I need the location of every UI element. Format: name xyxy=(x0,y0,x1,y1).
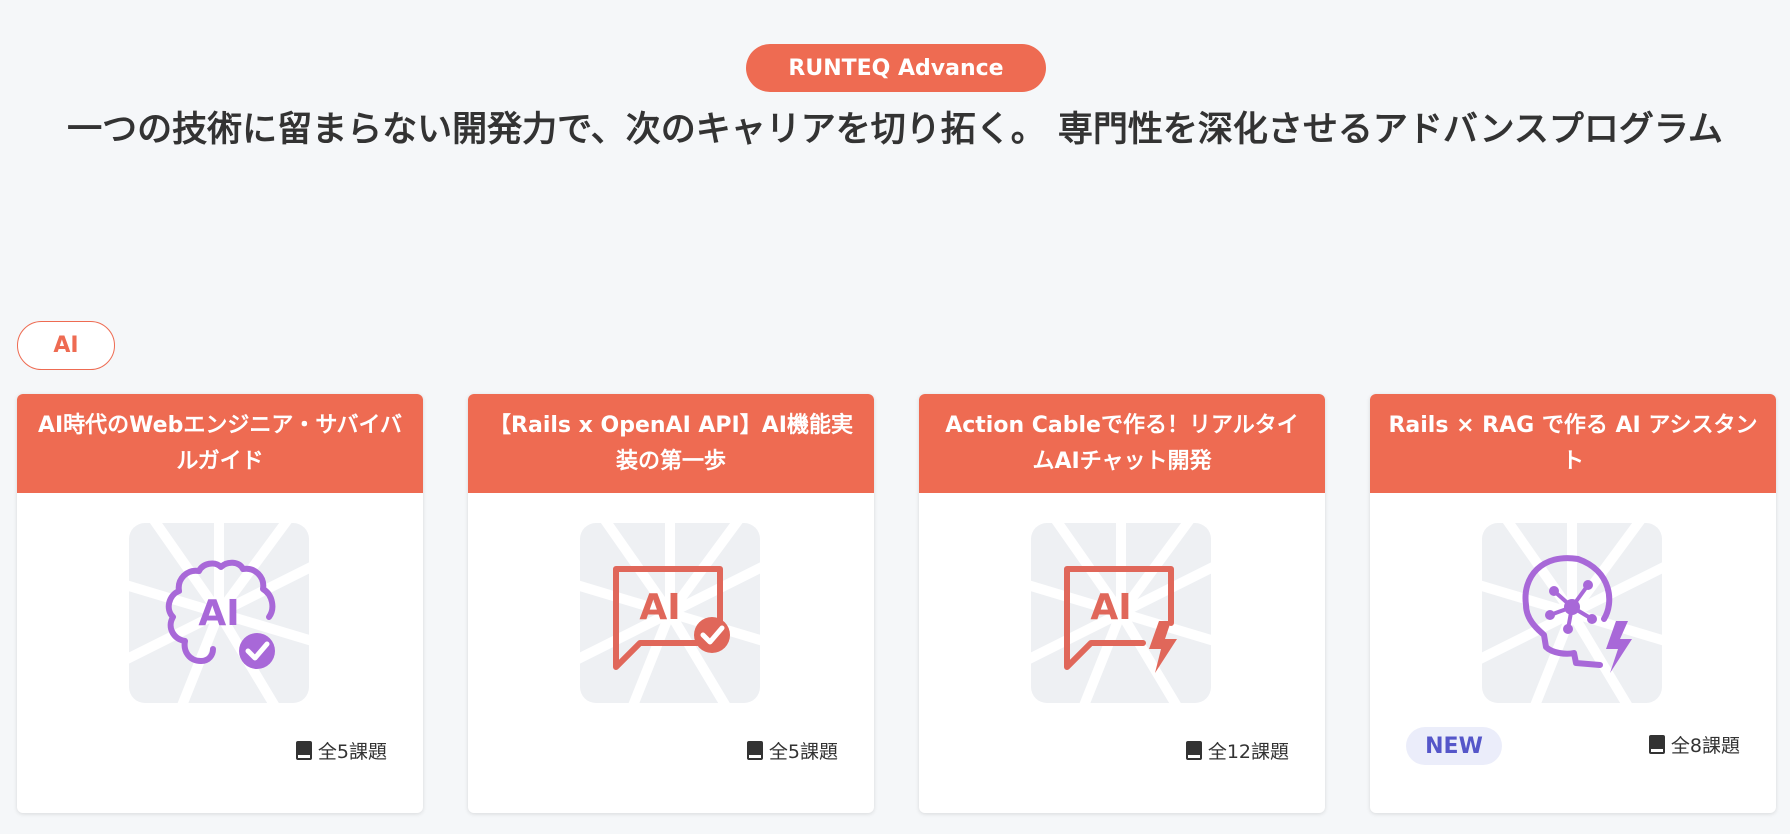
ai-head-network-bolt-icon xyxy=(1482,523,1662,703)
task-count: 全8課題 xyxy=(1648,731,1740,758)
book-icon xyxy=(295,741,312,760)
svg-text:AI: AI xyxy=(639,587,680,628)
course-title: 【Rails x OpenAI API】AI機能実装の第一歩 xyxy=(468,394,874,493)
course-title: AI時代のWebエンジニア・サバイバルガイド xyxy=(17,394,423,493)
new-badge: NEW xyxy=(1406,727,1502,765)
course-title: Rails × RAG で作る AI アシスタント xyxy=(1370,394,1776,493)
task-count-label: 全8課題 xyxy=(1670,735,1740,757)
hero-badge: RUNTEQ Advance xyxy=(746,44,1046,92)
book-icon xyxy=(746,741,763,760)
course-title: Action Cableで作る！リアルタイムAIチャット開発 xyxy=(919,394,1325,493)
page-title: 一つの技術に留まらない開発力で、次のキャリアを切り拓く。 専門性を深化させるアド… xyxy=(67,110,1723,150)
ai-brain-check-icon: AI xyxy=(129,523,309,703)
course-card[interactable]: AI時代のWebエンジニア・サバイバルガイド AI 全5課題 xyxy=(17,394,423,813)
course-card[interactable]: Rails × RAG で作る AI アシスタント NEW 全8課題 xyxy=(1370,394,1776,813)
task-count-label: 全5課題 xyxy=(317,741,387,763)
ai-chat-bolt-icon: AI xyxy=(1031,523,1211,703)
task-count-label: 全5課題 xyxy=(768,741,838,763)
task-count: 全12課題 xyxy=(1185,737,1289,764)
task-count: 全5課題 xyxy=(746,737,838,764)
book-icon xyxy=(1185,741,1202,760)
course-card[interactable]: 【Rails x OpenAI API】AI機能実装の第一歩 AI 全5課題 xyxy=(468,394,874,813)
task-count: 全5課題 xyxy=(295,737,387,764)
course-card[interactable]: Action Cableで作る！リアルタイムAIチャット開発 AI 全12課題 xyxy=(919,394,1325,813)
category-tag-ai[interactable]: AI xyxy=(17,321,115,370)
book-icon xyxy=(1648,735,1665,754)
ai-chat-check-icon: AI xyxy=(580,523,760,703)
svg-text:AI: AI xyxy=(198,593,239,634)
svg-text:AI: AI xyxy=(1090,587,1131,628)
task-count-label: 全12課題 xyxy=(1207,741,1289,763)
